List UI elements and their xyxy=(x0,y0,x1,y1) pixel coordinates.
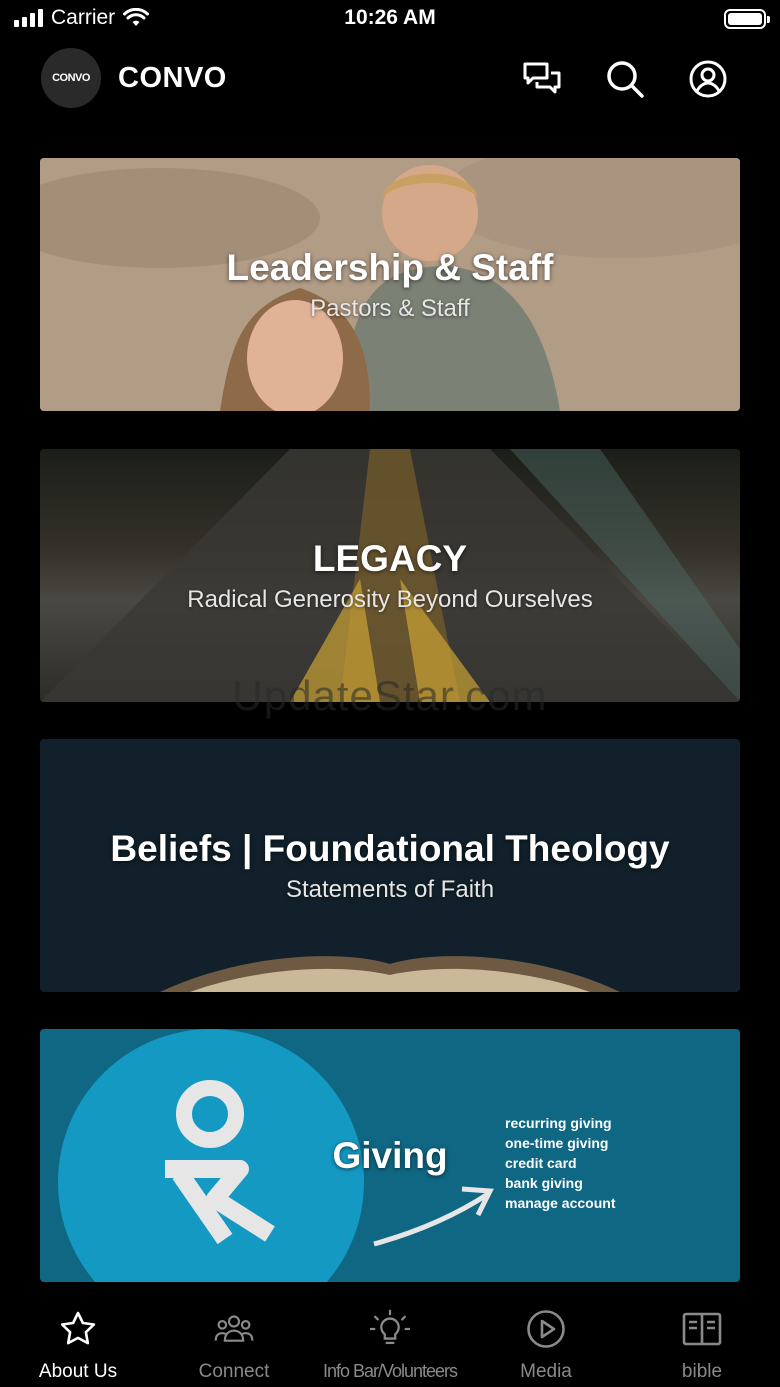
tab-label: bible xyxy=(681,1361,723,1382)
tab-info-bar-volunteers[interactable]: Info Bar/Volunteers xyxy=(312,1297,468,1387)
logo[interactable]: CONVO xyxy=(41,48,101,108)
card-legacy[interactable]: LEGACY Radical Generosity Beyond Ourselv… xyxy=(40,449,740,702)
card-title: Leadership & Staff xyxy=(226,246,554,288)
giving-option: one-time giving xyxy=(505,1135,609,1151)
card-subtitle: Statements of Faith xyxy=(285,875,495,903)
giving-logo-icon xyxy=(165,1080,275,1245)
app-title: CONVO xyxy=(118,62,227,94)
status-bar: Carrier 10:26 AM xyxy=(0,0,780,40)
battery-icon xyxy=(724,9,770,29)
giving-option: manage account xyxy=(505,1195,616,1211)
tab-bible[interactable]: bible xyxy=(624,1297,780,1387)
tab-media[interactable]: Media xyxy=(468,1297,624,1387)
card-title: Giving xyxy=(332,1134,448,1176)
group-icon xyxy=(214,1309,254,1349)
lightbulb-icon xyxy=(370,1309,410,1349)
tab-bar: About Us Connect Info Bar/Volunteers Med… xyxy=(0,1297,780,1387)
giving-option: credit card xyxy=(505,1155,577,1171)
card-leadership-staff[interactable]: Leadership & Staff Pastors & Staff xyxy=(40,158,740,411)
logo-text: CONVO xyxy=(52,72,90,84)
play-icon xyxy=(526,1309,566,1349)
profile-icon[interactable] xyxy=(687,58,729,100)
search-icon[interactable] xyxy=(604,58,646,100)
app-header: CONVO CONVO xyxy=(0,48,780,112)
watermark: UpdateStar.com xyxy=(232,672,548,719)
tab-label: Connect xyxy=(198,1361,270,1382)
tab-connect[interactable]: Connect xyxy=(156,1297,312,1387)
arrow-icon xyxy=(373,1186,494,1247)
tab-label: About Us xyxy=(38,1361,118,1382)
giving-option: bank giving xyxy=(505,1175,583,1191)
star-icon xyxy=(58,1309,98,1349)
card-beliefs[interactable]: Beliefs | Foundational Theology Statemen… xyxy=(40,739,740,992)
card-subtitle: Radical Generosity Beyond Ourselves xyxy=(187,585,593,613)
chat-icon[interactable] xyxy=(521,58,563,100)
tab-label: Media xyxy=(520,1361,572,1382)
giving-options-list: recurring giving one-time giving credit … xyxy=(505,1113,615,1213)
giving-option: recurring giving xyxy=(505,1115,612,1131)
card-title: LEGACY xyxy=(312,537,468,579)
card-giving[interactable]: Giving recurring giving one-time giving … xyxy=(40,1029,740,1282)
book-icon xyxy=(682,1309,722,1349)
card-subtitle: Pastors & Staff xyxy=(310,294,470,322)
tab-label: Info Bar/Volunteers xyxy=(322,1361,458,1381)
tab-about-us[interactable]: About Us xyxy=(0,1297,156,1387)
card-title: Beliefs | Foundational Theology xyxy=(110,827,670,869)
clock: 10:26 AM xyxy=(344,6,436,29)
